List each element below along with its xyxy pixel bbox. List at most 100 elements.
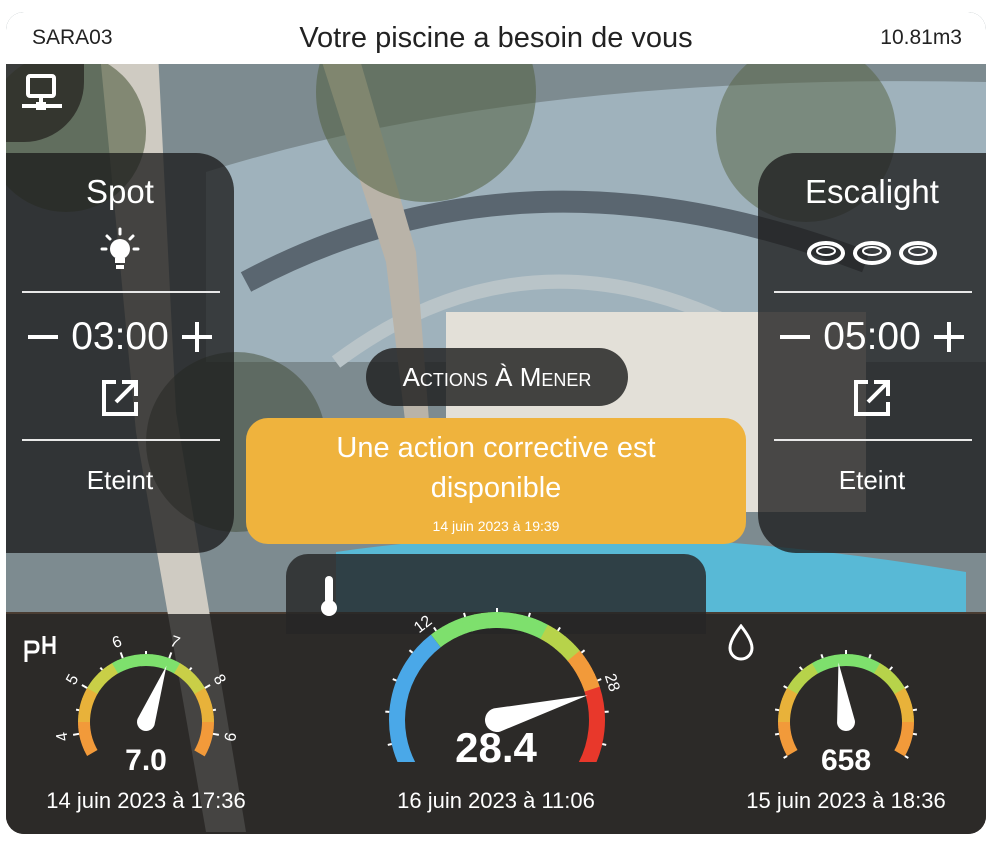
orp-tick [798,666,804,671]
orp-arc-segment [869,660,881,674]
escalight-icon-wrapper[interactable] [758,227,986,275]
ph-tick [72,732,80,736]
ph-arc-segment [134,654,142,667]
ph-arc-segment [191,682,206,695]
spot-icon-wrapper[interactable] [6,227,234,275]
ph-arc-segment [90,677,104,690]
orp-gauge [774,650,918,759]
temperature-arc-ok-segment [448,620,462,638]
escalight-minus-button[interactable] [778,315,812,359]
temperature-arc-ok-segment [563,645,581,662]
corrective-action-alert[interactable]: Une action corrective est disponible 14 … [246,418,746,544]
escalight-panel: Escalight 05:00 Eteint [758,153,986,553]
temperature-tick [597,678,602,682]
orp-arc-segment [828,654,837,668]
orp-arc-segment [780,736,794,746]
ph-tick [81,684,88,689]
escalight-plus-button[interactable] [932,315,966,359]
orp-tick [783,755,788,759]
temperature-arc-ok-segment [545,628,561,646]
temperature-tick [392,678,397,682]
temperature-tick [557,626,561,632]
orp-tick [904,685,909,689]
temperature-tick [580,649,586,654]
orp-needle [837,662,856,732]
ph-value: 7.0 [125,744,167,777]
orp-arc-segment [834,654,842,667]
ph-arc-segment [84,687,98,699]
temperature-arc-ok-segment [481,612,491,630]
thermometer-icon [321,576,337,616]
orp-arc-segment [797,669,811,683]
ph-tick [188,666,193,671]
ph-tick [119,652,124,659]
orp-arc-segment [822,656,832,670]
temperature-arc-ok-segment [540,624,555,643]
ph-tick-label: 9 [220,731,238,743]
ph-arc-segment [194,745,208,757]
spot-open-icon[interactable] [100,378,140,418]
temperature-arc-ok-segment [574,661,592,677]
pool-card: SARA03 Votre piscine a besoin de vous 10… [6,12,986,834]
orp-arc-segment [784,745,798,756]
orp-arc-segment [898,736,912,746]
ph-tick [204,684,211,689]
temperature-arc-ok-segment [550,631,566,650]
orp-arc-segment [901,710,914,718]
ph-arc-segment [117,657,128,672]
orp-arc-segment [900,704,914,713]
orp-tick [904,755,909,759]
orp-tick [888,666,894,671]
spot-divider-top [22,291,220,293]
escalight-title: Escalight [805,173,939,210]
spot-minus-button[interactable] [26,315,60,359]
ph-arc-segment [160,656,170,670]
orp-arc-segment [878,666,891,680]
escalight-open-icon[interactable] [852,378,892,418]
temperature-arc-ok-segment [442,623,457,641]
ph-arc-segment [198,698,212,708]
ph-arc-segment [102,666,115,680]
ph-arc-segment [82,692,96,703]
ph-arc-segment [199,731,213,741]
orp-arc-segment [780,698,794,708]
ph-arc-segment [201,710,214,718]
ph-arc-segment [80,698,94,708]
ph-arc-segment [201,726,214,735]
orp-arc-segment [790,677,804,690]
temperature-tick [527,612,531,618]
ph-needle [137,665,167,731]
orp-arc-segment [850,654,859,667]
spot-state: Eteint [86,465,154,495]
ph-arc-segment [196,741,210,752]
temperature-arc-ok-segment [512,613,523,631]
ph-arc-segment [84,745,98,756]
ph-tick [99,666,104,671]
actions-header[interactable]: Actions À Mener [366,348,628,406]
ph-arc-segment [194,688,208,699]
orp-arc-segment [817,657,828,672]
lightbulb-icon [100,227,140,269]
temperature-arc-ok-segment [582,680,600,693]
ph-arc-segment [169,660,181,674]
ph-arc-segment [178,666,191,680]
ph-tick [75,708,80,712]
temperature-arc-ok-segment [518,614,530,633]
pool-volume: 10.81m3 [880,26,962,49]
alert-message: Une action corrective est disponible [336,432,656,504]
temperature-arc-ok-segment [535,621,549,640]
orp-arc-segment [781,740,796,751]
temperature-date: 16 juin 2023 à 11:06 [397,788,595,813]
ph-arc-segment [79,703,93,713]
ph-arc-segment [93,673,107,687]
orp-arc-segment [901,726,914,735]
orp-arc-segment [865,658,876,672]
temperature-tick [602,743,607,746]
ph-arc-segment [185,673,199,687]
orp-arc-segment [873,663,886,677]
orp-arc-segment [782,692,796,703]
orp-tick [783,685,788,689]
temperature-arc-ok [430,612,600,693]
spot-plus-button[interactable] [180,315,214,359]
network-icon [22,74,62,110]
